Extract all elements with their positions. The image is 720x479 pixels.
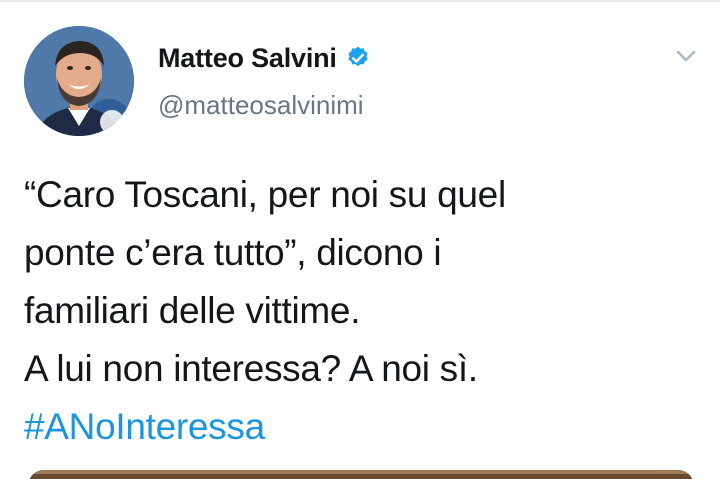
author-handle[interactable]: @matteosalvinimi (158, 90, 364, 121)
verified-badge-icon (345, 45, 371, 71)
top-divider (0, 0, 720, 2)
avatar[interactable] (24, 26, 134, 136)
tweet-card: Matteo Salvini @matteosalvinimi “Caro To… (0, 0, 720, 479)
tweet-media-preview[interactable] (28, 470, 694, 479)
author-display-name[interactable]: Matteo Salvini (158, 43, 337, 74)
author-name-row: Matteo Salvini (158, 40, 371, 76)
chevron-down-icon[interactable] (672, 44, 700, 68)
tweet-text-line: familiari delle vittime. (24, 290, 361, 331)
tweet-text-line: A lui non interessa? A noi sì. (24, 348, 478, 389)
hashtag-link[interactable]: #ANoInteressa (24, 398, 704, 456)
tweet-text-line: ponte c’era tutto”, dicono i (24, 232, 442, 273)
tweet-text-line: “Caro Toscani, per noi su quel (24, 174, 506, 215)
tweet-text: “Caro Toscani, per noi su quel ponte c’e… (24, 166, 704, 456)
avatar-image (24, 26, 134, 136)
